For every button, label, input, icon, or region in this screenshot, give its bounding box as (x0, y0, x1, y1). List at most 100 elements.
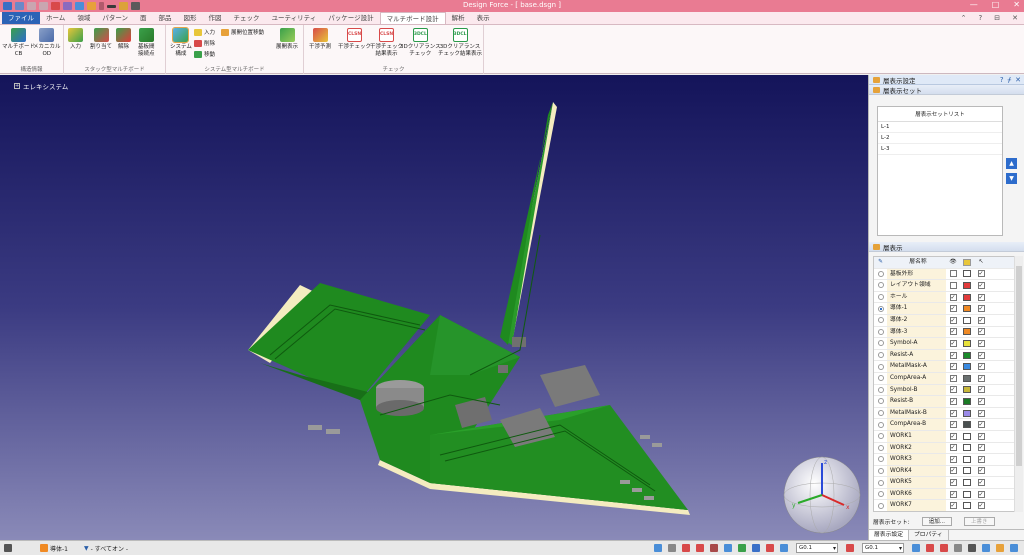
layer-color-swatch[interactable] (960, 374, 974, 382)
restore-doc-icon[interactable]: ⊟ (994, 14, 1000, 22)
system-config-button[interactable]: システム 構成 (170, 27, 192, 57)
tab-properties[interactable]: プロパティ (909, 530, 949, 540)
filter-selector[interactable]: ▼ - すべてオン - (80, 544, 132, 553)
layer-set-list[interactable]: 層表示セットリスト L-1 L-2 L-3 (877, 106, 1003, 236)
active-layer-radio[interactable] (874, 317, 887, 324)
layer-color-swatch[interactable] (960, 467, 974, 475)
table-row[interactable]: Resist-A ✓ ✓ (874, 349, 1022, 362)
layer-color-swatch[interactable] (960, 455, 974, 463)
close-doc-icon[interactable]: ✕ (1012, 14, 1018, 22)
active-layer-radio[interactable] (874, 328, 887, 335)
collapse-ribbon-icon[interactable]: ⌃ (961, 14, 967, 22)
visibility-checkbox[interactable]: ✓ (946, 444, 960, 452)
tab-plane[interactable]: 面 (134, 12, 153, 24)
stack-input-button[interactable]: 入力 (68, 28, 83, 51)
table-row[interactable]: Symbol-B ✓ ✓ (874, 384, 1022, 397)
table-row[interactable]: WORK5 ✓ ✓ (874, 477, 1022, 489)
selectable-checkbox[interactable]: ✓ (974, 409, 988, 417)
active-layer-radio[interactable] (874, 502, 887, 509)
table-row[interactable]: 導体-2 ✓ ✓ (874, 314, 1022, 327)
selectable-checkbox[interactable]: ✓ (974, 281, 988, 289)
tab-pattern[interactable]: パターン (96, 12, 134, 24)
selectable-checkbox[interactable]: ✓ (974, 444, 988, 452)
table-row[interactable]: Symbol-A ✓ ✓ (874, 338, 1022, 350)
active-layer-radio[interactable] (874, 340, 887, 347)
scrollbar-thumb[interactable] (1016, 266, 1022, 466)
close-button[interactable]: ✕ (1013, 0, 1020, 9)
layer-color-swatch[interactable] (960, 421, 974, 429)
assign-button[interactable]: 割り当て (90, 28, 112, 51)
table-row[interactable]: ホール ✓ ✓ (874, 291, 1022, 304)
visibility-checkbox[interactable] (946, 281, 960, 289)
view-orientation-gizmo[interactable]: z x y (782, 455, 862, 535)
grid-combo-1[interactable]: G0.1 (792, 543, 842, 553)
status-menu-icon[interactable] (0, 544, 16, 552)
layer-color-swatch[interactable] (960, 479, 974, 487)
tab-multiboard-design[interactable]: マルチボード設計 (379, 12, 446, 24)
active-layer-radio[interactable] (874, 294, 887, 301)
list-item[interactable]: L-2 (878, 133, 1002, 144)
panel-pin-button[interactable]: ᚋ (1008, 76, 1012, 84)
layer-color-swatch[interactable] (960, 270, 974, 278)
active-layer-radio[interactable] (874, 444, 887, 451)
tab-analysis[interactable]: 解析 (446, 12, 471, 24)
selectable-checkbox[interactable]: ✓ (974, 432, 988, 440)
layer-color-swatch[interactable] (960, 339, 974, 347)
active-layer-radio[interactable] (874, 433, 887, 440)
selectable-checkbox[interactable]: ✓ (974, 479, 988, 487)
active-layer-radio[interactable] (874, 352, 887, 359)
table-row[interactable]: 導体-3 ✓ ✓ (874, 326, 1022, 339)
system-input-button[interactable]: 入力 (194, 28, 215, 36)
active-layer-radio[interactable] (874, 305, 887, 312)
table-row[interactable]: WORK1 ✓ ✓ (874, 430, 1022, 443)
tab-parts[interactable]: 部品 (153, 12, 178, 24)
selectable-checkbox[interactable]: ✓ (974, 339, 988, 347)
selectable-checkbox[interactable]: ✓ (974, 293, 988, 301)
active-layer-radio[interactable] (874, 467, 887, 474)
interference-result-button[interactable]: CLSN 干渉チェック 結果表示 (370, 28, 403, 57)
table-row[interactable]: MetalMask-A ✓ ✓ (874, 361, 1022, 373)
snap-icon[interactable] (654, 544, 662, 552)
visibility-checkbox[interactable]: ✓ (946, 479, 960, 487)
tab-file[interactable]: ファイル (2, 12, 40, 24)
layer-color-swatch[interactable] (960, 305, 974, 313)
measure-icon[interactable] (766, 544, 774, 552)
list-item[interactable]: L-3 (878, 144, 1002, 155)
help-icon[interactable]: ? (979, 14, 983, 22)
panel-close-button[interactable]: ✕ (1015, 76, 1021, 84)
table-row[interactable]: WORK7 ✓ ✓ (874, 500, 1022, 511)
move-up-button[interactable]: ▲ (1006, 158, 1017, 169)
multiboard-cb-button[interactable]: マルチボード CB (2, 28, 35, 57)
board-connect-button[interactable]: 基板間 接続点 (138, 28, 155, 57)
interference-check-button[interactable]: CLSN 干渉チェック (338, 28, 371, 51)
selectable-checkbox[interactable]: ✓ (974, 490, 988, 498)
visibility-checkbox[interactable]: ✓ (946, 374, 960, 382)
zoom-fit-icon[interactable] (982, 544, 990, 552)
layer-color-swatch[interactable] (960, 351, 974, 359)
active-layer-radio[interactable] (874, 270, 887, 277)
grid-snap-icon[interactable] (668, 544, 676, 552)
visibility-checkbox[interactable]: ✓ (946, 409, 960, 417)
visibility-checkbox[interactable]: ✓ (946, 386, 960, 394)
active-layer-radio[interactable] (874, 282, 887, 289)
layer-color-swatch[interactable] (960, 444, 974, 452)
tool-icon[interactable] (1010, 544, 1018, 552)
move-down-button[interactable]: ▼ (1006, 173, 1017, 184)
pin-icon[interactable] (696, 544, 704, 552)
layer-color-swatch[interactable] (960, 281, 974, 289)
tab-shape[interactable]: 図形 (178, 12, 203, 24)
list-item[interactable]: L-1 (878, 122, 1002, 133)
layer-color-swatch[interactable] (960, 432, 974, 440)
grid-select-1[interactable]: G0.1 (796, 543, 838, 553)
tab-home[interactable]: ホーム (40, 12, 71, 24)
check-icon[interactable] (752, 544, 760, 552)
table-row[interactable]: WORK2 ✓ ✓ (874, 442, 1022, 455)
visibility-checkbox[interactable]: ✓ (946, 421, 960, 429)
pan-icon[interactable] (968, 544, 976, 552)
table-row[interactable]: 導体-1 ✓ ✓ (874, 303, 1022, 315)
active-layer-radio[interactable] (874, 398, 887, 405)
visibility-checkbox[interactable]: ✓ (946, 502, 960, 510)
tab-layer-display[interactable]: 層表示設定 (869, 530, 909, 540)
minimize-button[interactable]: — (970, 0, 978, 9)
layer-toggle-icon[interactable] (724, 544, 732, 552)
